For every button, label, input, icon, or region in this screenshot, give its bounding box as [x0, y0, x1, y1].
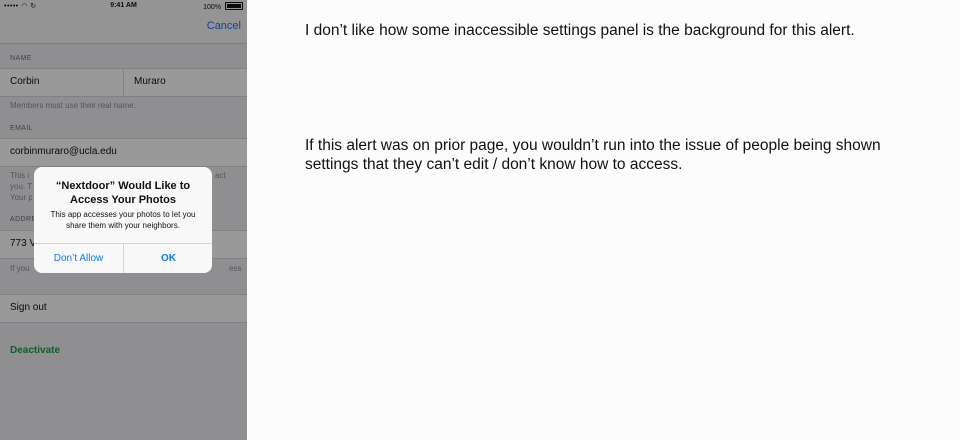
phone-screenshot: ••••• ◠ ↻ 9:41 AM 100% Cancel NAME Corbi… [0, 0, 247, 440]
dont-allow-button[interactable]: Don’t Allow [34, 244, 123, 273]
commentary-note-1: I don’t like how some inaccessible setti… [305, 22, 855, 39]
photo-permission-alert: “Nextdoor” Would Like to Access Your Pho… [34, 167, 212, 273]
commentary-note-2: If this alert was on prior page, you wou… [305, 137, 881, 173]
alert-message: This app accesses your photos to let you… [50, 210, 196, 230]
ok-button[interactable]: OK [124, 244, 212, 273]
alert-title: “Nextdoor” Would Like to Access Your Pho… [55, 180, 191, 206]
